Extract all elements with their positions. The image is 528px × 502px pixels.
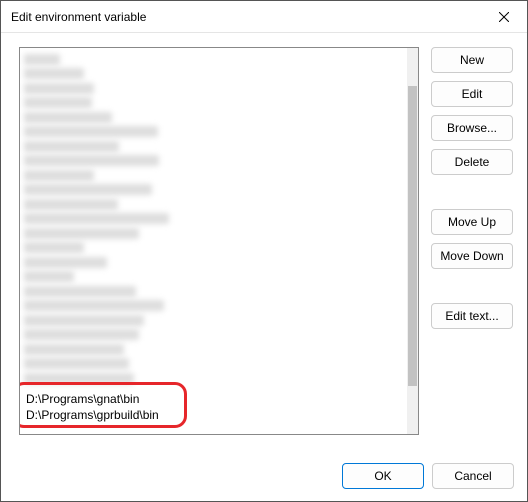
footer: OK Cancel xyxy=(0,450,528,502)
list-item-blurred xyxy=(24,271,74,282)
ok-button[interactable]: OK xyxy=(342,463,424,489)
move-down-button[interactable]: Move Down xyxy=(431,243,513,269)
list-item-blurred xyxy=(24,242,84,253)
move-up-button[interactable]: Move Up xyxy=(431,209,513,235)
cancel-button[interactable]: Cancel xyxy=(432,463,514,489)
list-item-blurred xyxy=(24,300,164,311)
list-item-blurred xyxy=(24,373,134,384)
list-item-blurred xyxy=(24,228,139,239)
close-icon xyxy=(499,12,509,22)
list-item-blurred xyxy=(24,344,124,355)
list-item-blurred xyxy=(24,213,169,224)
list-item-blurred xyxy=(24,170,94,181)
list-item-blurred xyxy=(24,257,107,268)
titlebar: Edit environment variable xyxy=(1,1,527,33)
path-list[interactable]: D:\Programs\gnat\binD:\Programs\gprbuild… xyxy=(19,47,419,435)
list-item-blurred xyxy=(24,112,112,123)
list-item-blurred xyxy=(24,358,129,369)
list-item[interactable]: D:\Programs\gprbuild\bin xyxy=(24,407,402,423)
list-item-blurred xyxy=(24,315,144,326)
edit-button[interactable]: Edit xyxy=(431,81,513,107)
delete-button[interactable]: Delete xyxy=(431,149,513,175)
visible-entries: D:\Programs\gnat\binD:\Programs\gprbuild… xyxy=(20,389,406,425)
close-button[interactable] xyxy=(481,1,527,33)
window-title: Edit environment variable xyxy=(11,10,146,24)
scrollbar[interactable] xyxy=(407,48,418,434)
content-area: D:\Programs\gnat\binD:\Programs\gprbuild… xyxy=(1,33,527,449)
edit-text-button[interactable]: Edit text... xyxy=(431,303,513,329)
list-item-blurred xyxy=(24,155,159,166)
list-item-blurred xyxy=(24,54,60,65)
list-item-blurred xyxy=(24,184,152,195)
browse-button[interactable]: Browse... xyxy=(431,115,513,141)
list-item-blurred xyxy=(24,199,118,210)
scrollbar-thumb[interactable] xyxy=(408,86,417,386)
new-button[interactable]: New xyxy=(431,47,513,73)
list-item-blurred xyxy=(24,286,136,297)
list-item[interactable]: D:\Programs\gnat\bin xyxy=(24,391,402,407)
list-item-blurred xyxy=(24,126,158,137)
list-item-blurred xyxy=(24,329,139,340)
button-column: New Edit Browse... Delete Move Up Move D… xyxy=(431,47,513,435)
list-item-blurred xyxy=(24,83,94,94)
list-item-blurred xyxy=(24,68,84,79)
list-item-blurred xyxy=(24,141,119,152)
blurred-entries xyxy=(20,48,406,389)
list-item-blurred xyxy=(24,97,92,108)
